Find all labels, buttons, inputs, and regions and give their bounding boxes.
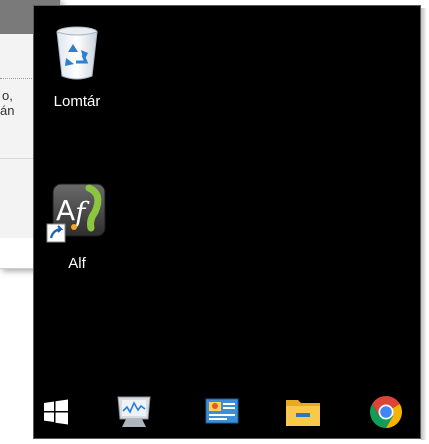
svg-text:A: A [56,194,75,227]
taskbar-control-panel[interactable] [200,392,244,432]
taskbar-performance-monitor[interactable] [112,392,156,432]
background-text-line-1: o, [2,88,13,103]
window-shadow [421,8,427,440]
taskbar [34,386,420,438]
chrome-icon [369,396,403,428]
taskbar-file-explorer[interactable] [281,392,325,432]
background-text-line-2: án [0,103,15,118]
alf-shortcut-icon: A f [46,183,106,243]
performance-monitor-icon [117,396,151,427]
start-button[interactable] [34,392,78,432]
windows-start-icon [44,399,68,425]
recycle-bin-icon [56,26,98,80]
desktop-icon-lomtar[interactable]: Lomtár [32,22,122,110]
desktop-icon-alf[interactable]: A f Alf [32,180,122,272]
control-panel-icon [205,398,239,424]
desktop-icon-label: Lomtár [53,93,101,110]
taskbar-chrome[interactable] [364,392,408,432]
desktop-icon-label: Alf [68,255,86,272]
file-explorer-icon [286,400,320,426]
desktop[interactable]: Lomtár A f Alf [33,5,421,439]
